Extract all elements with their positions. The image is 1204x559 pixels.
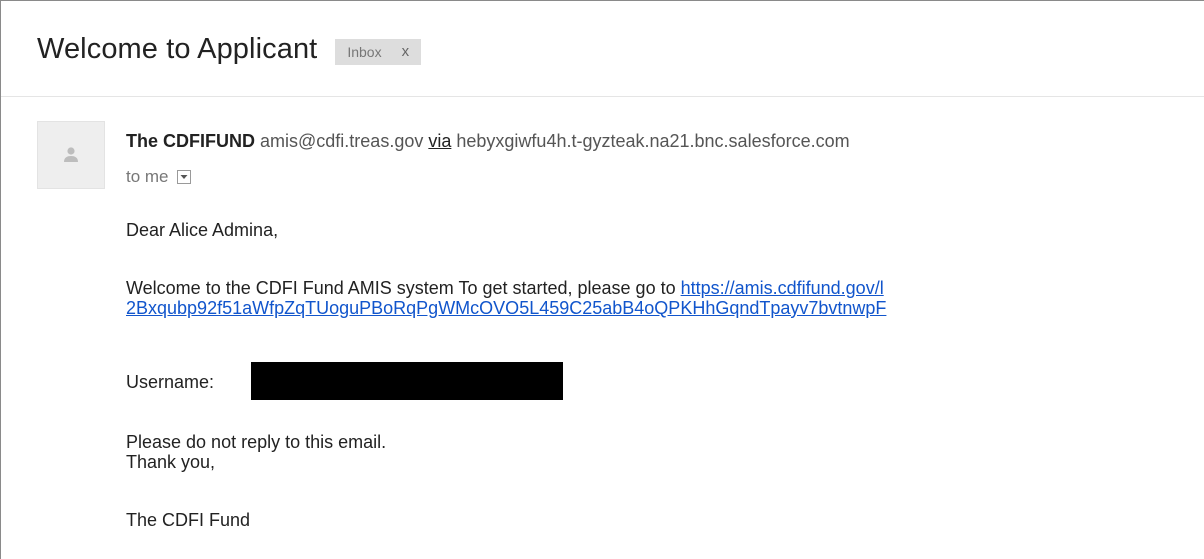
label-chip-text: Inbox	[347, 43, 382, 60]
welcome-link-line: 2Bxqubp92f51aWfpZqTUoguPBoRqPgWMcOVO5L45…	[126, 298, 886, 319]
email-subject: Welcome to Applicant	[37, 32, 318, 65]
remove-label-button[interactable]: x	[402, 39, 410, 65]
welcome-line: Welcome to the CDFI Fund AMIS system To …	[126, 278, 884, 299]
email-view: Welcome to Applicant Inbox x The CDFIFUN…	[0, 0, 1204, 559]
header-divider	[1, 96, 1204, 97]
redacted-username	[251, 362, 563, 400]
sender-line: The CDFIFUND amis@cdfi.treas.gov via heb…	[126, 131, 850, 152]
noreply-notice: Please do not reply to this email.	[126, 432, 387, 452]
amis-link-part2[interactable]: 2Bxqubp92f51aWfpZqTUoguPBoRqPgWMcOVO5L45…	[126, 298, 886, 318]
details-dropdown-button[interactable]	[176, 170, 191, 184]
sender-email: amis@cdfi.treas.gov	[260, 131, 424, 151]
via-domain: hebyxgiwfu4h.t-gyzteak.na21.bnc.salesfor…	[456, 131, 850, 151]
username-line: Username:	[126, 372, 214, 393]
recipient-line: to me	[126, 167, 191, 187]
signature: The CDFI Fund	[126, 510, 251, 530]
subject-row: Welcome to Applicant Inbox x	[37, 29, 422, 69]
username-label: Username:	[126, 372, 215, 392]
via-link[interactable]: via	[428, 131, 451, 151]
avatar[interactable]	[37, 121, 105, 189]
greeting: Dear Alice Admina,	[126, 220, 279, 240]
person-icon	[64, 147, 78, 162]
amis-link-part1[interactable]: https://amis.cdfifund.gov/l	[681, 278, 884, 298]
thanks-line: Thank you,	[126, 452, 216, 472]
sender-name[interactable]: The CDFIFUND	[126, 131, 255, 151]
welcome-text: Welcome to the CDFI Fund AMIS system To …	[126, 278, 681, 298]
dropdown-arrow-icon	[180, 175, 188, 179]
recipient-text: to me	[126, 167, 169, 186]
inbox-label-chip[interactable]: Inbox x	[335, 38, 422, 65]
